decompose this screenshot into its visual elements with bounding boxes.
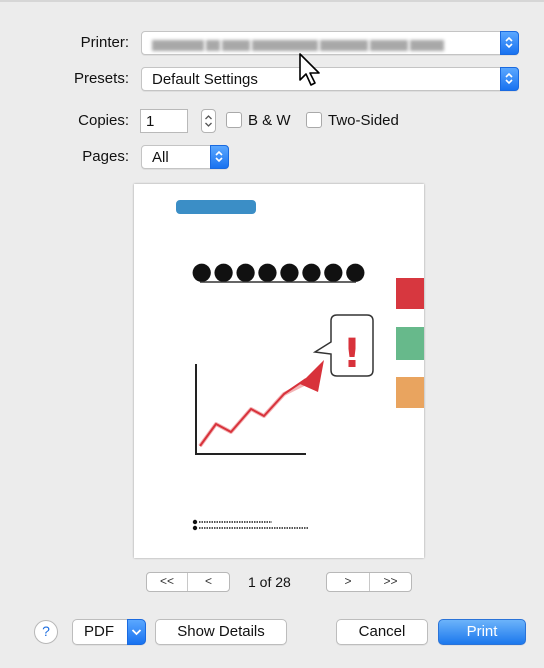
preview-green-tab [396, 327, 424, 360]
preview-trend-arrowhead [300, 360, 324, 392]
presets-value: Default Settings [152, 71, 258, 88]
page-status: 1 of 28 [248, 574, 291, 590]
pager-back-group: << < [146, 572, 230, 592]
chevron-updown-icon [210, 145, 229, 169]
printer-label: Printer: [80, 34, 129, 51]
preview-alert-mark: ! [343, 331, 361, 377]
pages-label: Pages: [82, 148, 129, 165]
preview-red-tab [396, 278, 424, 309]
print-preview: ●●●●●●●● ! [134, 184, 424, 558]
preview-dots-heading: ●●●●●●●● [191, 257, 367, 285]
copies-stepper[interactable] [201, 109, 216, 133]
presets-label: Presets: [73, 70, 129, 87]
preview-blue-bar [176, 200, 256, 214]
copies-field[interactable]: 1 [140, 109, 188, 133]
previous-page-button[interactable]: < [188, 573, 229, 591]
preview-page-content: ●●●●●●●● ! [176, 200, 424, 531]
first-page-button[interactable]: << [147, 573, 187, 591]
printer-popup[interactable] [141, 31, 519, 55]
pdf-menu-button[interactable]: PDF [72, 619, 146, 645]
copies-value: 1 [146, 113, 155, 130]
two-sided-checkbox[interactable] [306, 112, 322, 128]
presets-popup[interactable]: Default Settings [141, 67, 519, 91]
preview-trend-shadow [198, 382, 305, 448]
last-page-button[interactable]: >> [370, 573, 411, 591]
printer-name-redacted [152, 38, 446, 51]
preview-orange-tab [396, 377, 424, 408]
chevron-updown-icon [500, 31, 519, 55]
pdf-label: PDF [84, 623, 114, 640]
preview-trend-line [199, 378, 307, 447]
next-page-button[interactable]: > [327, 573, 369, 591]
cancel-button[interactable]: Cancel [336, 619, 428, 645]
mouse-cursor-icon [299, 53, 320, 86]
two-sided-label: Two-Sided [328, 112, 399, 129]
window-top-border [0, 0, 544, 2]
bw-checkbox[interactable] [226, 112, 242, 128]
help-button[interactable]: ? [34, 620, 58, 644]
show-details-button[interactable]: Show Details [155, 619, 287, 645]
preview-footnote-bullet [192, 519, 198, 525]
print-button[interactable]: Print [438, 619, 526, 645]
chevron-down-icon [127, 619, 146, 645]
pages-popup[interactable]: All [141, 145, 229, 169]
pages-value: All [152, 149, 169, 166]
preview-footnote-bullet [192, 525, 198, 531]
copies-label: Copies: [78, 112, 129, 129]
bw-label: B & W [248, 112, 291, 129]
pager-forward-group: > >> [326, 572, 412, 592]
chevron-updown-icon [205, 115, 212, 127]
chevron-updown-icon [500, 67, 519, 91]
